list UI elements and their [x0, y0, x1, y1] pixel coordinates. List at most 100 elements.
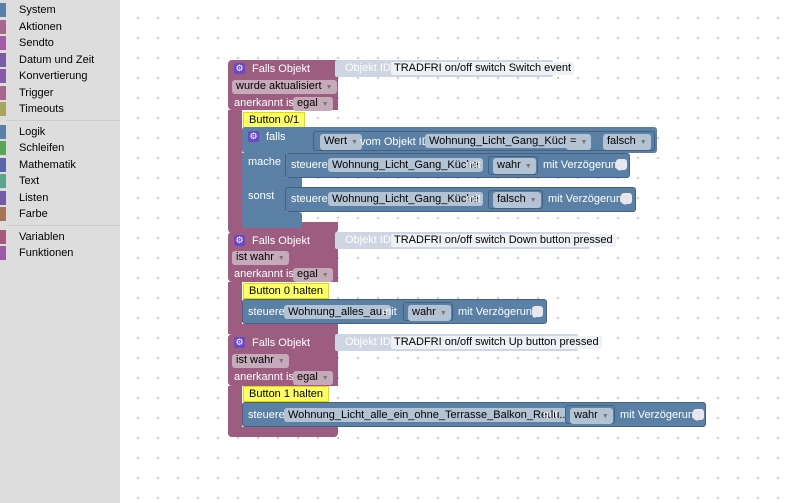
dropdown-arrow-icon: ▼ [321, 272, 329, 279]
toolbox-category-listen[interactable]: Listen [0, 190, 120, 206]
category-label: Schleifen [19, 142, 65, 154]
comment[interactable]: Button 0 halten [243, 283, 330, 299]
toolbox-category-timeouts[interactable]: Timeouts [0, 101, 120, 117]
category-color-swatch [0, 124, 6, 139]
toolbox: System Aktionen Sendto Datum und Zeit Konver… [0, 0, 120, 503]
dropdown-arrow-icon: ▼ [321, 375, 329, 382]
delay-checkbox[interactable] [621, 193, 632, 204]
if-block-bottom [242, 212, 302, 228]
delay-label: mit Verzögerung [620, 409, 701, 421]
category-label: Logik [19, 125, 46, 138]
control-target[interactable]: Wohnung_Licht_Gang_Küche [328, 158, 483, 172]
delay-checkbox[interactable] [616, 159, 627, 170]
with-label: mit [466, 159, 481, 171]
with-label: mit [466, 193, 481, 205]
category-color-swatch [0, 85, 6, 100]
if-label: falls [266, 131, 286, 143]
toolbox-category-trigger[interactable]: Trigger [0, 85, 120, 101]
toolbox-category-sendto[interactable]: Sendto [0, 35, 120, 51]
control-target[interactable]: Wohnung_alles_aus [284, 305, 392, 319]
object-id-label: Objekt ID [345, 234, 391, 246]
toolbox-category-system[interactable]: System [0, 2, 120, 18]
ack-dropdown[interactable]: egal ▼ [293, 268, 333, 282]
control-target[interactable]: Wohnung_Licht_alle_ein_ohne_Terrasse_Bal… [284, 408, 573, 422]
control-label: steuere [291, 159, 328, 171]
control-target[interactable]: Wohnung_Licht_Gang_Küche [328, 192, 483, 206]
with-label: mit [382, 306, 397, 318]
delay-checkbox[interactable] [532, 306, 543, 317]
compare-value: falsch [607, 135, 636, 147]
category-color-swatch [0, 157, 6, 172]
category-color-swatch [0, 52, 6, 67]
category-label: Funktionen [19, 247, 74, 259]
condition-dropdown[interactable]: wurde aktualisiert ▼ [232, 80, 337, 94]
toolbox-category-konvertierung[interactable]: Konvertierung [0, 68, 120, 84]
dropdown-arrow-icon: ▼ [580, 139, 588, 146]
value-dropdown[interactable]: wahr ▼ [408, 305, 451, 321]
object-id-value[interactable]: TRADFRI on/off switch Down button presse… [391, 234, 616, 247]
category-color-swatch [0, 36, 6, 50]
dropdown-arrow-icon: ▼ [325, 84, 333, 91]
category-label: Text [19, 175, 40, 187]
object-id-value[interactable]: TRADFRI on/off switch Up button pressed [391, 336, 602, 349]
condition-value: wurde aktualisiert [236, 80, 322, 92]
toolbox-category-aktionen[interactable]: Aktionen [0, 19, 120, 35]
toolbox-category-logik[interactable]: Logik [0, 124, 120, 140]
category-color-swatch [0, 229, 6, 244]
dropdown-arrow-icon: ▼ [351, 139, 358, 146]
condition-dropdown[interactable]: ist wahr ▼ [232, 251, 289, 265]
dropdown-arrow-icon: ▼ [439, 310, 447, 317]
category-color-swatch [0, 190, 6, 205]
value-dropdown[interactable]: Wert ▼ [320, 134, 362, 150]
condition-dropdown[interactable]: ist wahr ▼ [232, 354, 289, 368]
delay-checkbox[interactable] [693, 409, 704, 420]
value-dropdown[interactable]: falsch ▼ [493, 192, 541, 208]
value-dropdown[interactable]: wahr ▼ [570, 408, 613, 424]
category-label: Timeouts [19, 103, 64, 115]
gear-icon[interactable]: ⚙ [248, 131, 259, 142]
category-label: Aktionen [19, 20, 62, 33]
toolbox-separator [6, 119, 120, 121]
dropdown-arrow-icon: ▼ [639, 139, 647, 146]
toolbox-separator [6, 224, 120, 226]
control-label: steuere [291, 193, 328, 205]
toolbox-category-mathematik[interactable]: Mathematik [0, 157, 120, 173]
toolbox-category-farbe[interactable]: Farbe [0, 206, 120, 222]
compare-dropdown[interactable]: falsch ▼ [603, 134, 651, 150]
toolbox-category-schleifen[interactable]: Schleifen [0, 140, 120, 156]
toolbox-category-datum-und-zeit[interactable]: Datum und Zeit [0, 52, 120, 68]
dropdown-arrow-icon: ▼ [277, 255, 285, 262]
ack-dropdown[interactable]: egal ▼ [293, 97, 333, 111]
category-label: Mathematik [19, 158, 76, 171]
object-id-block[interactable]: Objekt ID TRADFRI on/off switch Down butt… [335, 232, 616, 249]
dropdown-arrow-icon: ▼ [601, 413, 609, 420]
operator-dropdown[interactable]: = ▼ [566, 134, 592, 150]
with-label: mit [543, 409, 558, 421]
toolbox-category-variablen[interactable]: Variablen [0, 229, 120, 245]
toolbox-category-text[interactable]: Text [0, 173, 120, 189]
value: wahr [497, 159, 521, 171]
dropdown-arrow-icon: ▼ [321, 101, 329, 108]
else-label: sonst [248, 190, 275, 202]
object-id-block[interactable]: Objekt ID TRADFRI on/off switch Switch ev… [335, 60, 575, 77]
ack-dropdown[interactable]: egal ▼ [293, 371, 333, 385]
comment[interactable]: Button 1 halten [243, 386, 330, 402]
category-color-swatch [0, 246, 6, 260]
block-title: Falls Objekt [252, 63, 311, 75]
ack-value: egal [297, 97, 318, 109]
then-label: mache [248, 156, 282, 168]
object-id-label: Objekt ID [345, 62, 391, 74]
toolbox-category-funktionen[interactable]: Funktionen [0, 245, 120, 261]
object-field[interactable]: Wohnung_Licht_Gang_Küche [425, 134, 580, 148]
gear-icon[interactable]: ⚙ [234, 235, 245, 246]
value: falsch [497, 193, 526, 205]
trigger-block-bottom [228, 427, 338, 437]
block-title: Falls Objekt [252, 337, 311, 349]
object-id-block[interactable]: Objekt ID TRADFRI on/off switch Up button… [335, 334, 602, 351]
gear-icon[interactable]: ⚙ [234, 63, 245, 74]
value-dropdown[interactable]: wahr ▼ [493, 158, 536, 174]
ack-label: anerkannt ist [234, 371, 297, 383]
object-id-value[interactable]: TRADFRI on/off switch Switch event [391, 62, 575, 75]
comment[interactable]: Button 0/1 [243, 112, 306, 128]
gear-icon[interactable]: ⚙ [234, 337, 245, 348]
